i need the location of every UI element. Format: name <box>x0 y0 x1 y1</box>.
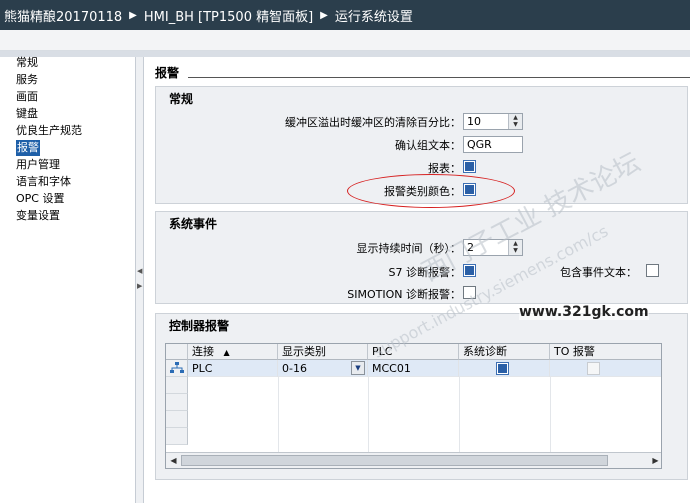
breadcrumb-separator-icon: ▶ <box>129 9 137 21</box>
table-corner <box>166 344 188 360</box>
page-title: 报警 <box>155 66 180 80</box>
controller-alarms-table[interactable]: 连接 ▲ 显示类别 PLC 系统诊断 TO 报警 PLC 0-16 ▼ MCC0… <box>165 343 662 469</box>
row-header <box>166 411 188 428</box>
nav-item-language-font[interactable]: 语言和字体 <box>16 174 71 190</box>
overflow-percent-value: 10 <box>467 115 481 128</box>
breadcrumb-device[interactable]: HMI_BH [TP1500 精智面板] <box>144 6 313 25</box>
scroll-right-icon[interactable]: ▶ <box>649 454 661 467</box>
column-header-to-alarm[interactable]: TO 报警 <box>550 344 661 360</box>
cell-display-class[interactable]: 0-16 ▼ <box>278 360 368 377</box>
to-alarm-checkbox[interactable] <box>587 362 600 375</box>
cell-connection[interactable]: PLC <box>188 360 278 377</box>
cell-system-diagnostics[interactable] <box>459 360 550 377</box>
row-header <box>166 394 188 411</box>
section-title-system-events: 系统事件 <box>169 217 218 231</box>
breadcrumb: 熊猫精酿20170118 ▶ HMI_BH [TP1500 精智面板] ▶ 运行… <box>0 0 690 30</box>
dropdown-arrow-icon[interactable]: ▼ <box>351 361 365 375</box>
column-header-connection-text: 连接 <box>192 345 214 358</box>
overflow-percent-label: 缓冲区溢出时缓冲区的清除百分比： <box>285 116 461 129</box>
ack-text-label: 确认组文本： <box>395 139 461 152</box>
spin-down-icon[interactable]: ▼ <box>509 121 522 128</box>
column-divider <box>278 377 279 453</box>
network-connection-icon <box>170 362 184 373</box>
nav-item-gmp[interactable]: 优良生产规范 <box>16 123 82 139</box>
include-event-text-label: 包含事件文本： <box>560 266 637 279</box>
editor-toolbar <box>0 30 690 51</box>
spinner-buttons[interactable]: ▲ ▼ <box>508 114 522 129</box>
column-divider <box>550 377 551 453</box>
expand-right-icon[interactable]: ▶ <box>137 282 142 290</box>
title-divider <box>188 77 690 78</box>
site-watermark: www.321gk.com <box>519 304 649 320</box>
nav-item-screens[interactable]: 画面 <box>16 89 38 105</box>
breadcrumb-project[interactable]: 熊猫精酿20170118 <box>4 6 122 25</box>
spin-up-icon[interactable]: ▲ <box>509 114 522 121</box>
nav-item-services[interactable]: 服务 <box>16 72 38 88</box>
report-checkbox[interactable] <box>463 160 476 173</box>
scroll-left-icon[interactable]: ◀ <box>167 454 180 467</box>
nav-item-general[interactable]: 常规 <box>16 55 38 71</box>
nav-item-alarms[interactable]: 报警 <box>16 140 40 156</box>
row-header[interactable] <box>166 360 188 377</box>
column-header-connection[interactable]: 连接 ▲ <box>188 344 278 360</box>
section-title-general: 常规 <box>169 92 194 106</box>
horizontal-scrollbar[interactable]: ◀ ▶ <box>166 452 661 468</box>
breadcrumb-separator-icon: ▶ <box>320 9 328 21</box>
collapse-left-icon[interactable]: ◀ <box>137 267 142 275</box>
nav-item-user-admin[interactable]: 用户管理 <box>16 157 60 173</box>
nav-item-opc[interactable]: OPC 设置 <box>16 191 64 207</box>
overflow-percent-spinner[interactable]: 10 ▲ ▼ <box>463 113 523 130</box>
highlight-ellipse <box>347 174 515 208</box>
settings-nav: 常规 服务 画面 键盘 优良生产规范 报警 用户管理 语言和字体 OPC 设置 … <box>0 55 136 503</box>
panel-splitter[interactable]: ◀ ▶ <box>136 57 144 503</box>
ack-text-value: QGR <box>467 138 492 151</box>
column-divider <box>459 377 460 453</box>
sort-ascending-icon[interactable]: ▲ <box>224 348 230 357</box>
breadcrumb-page: 运行系统设置 <box>334 9 413 25</box>
scrollbar-thumb[interactable] <box>181 455 608 466</box>
column-header-system-diagnostics[interactable]: 系统诊断 <box>459 344 550 360</box>
row-header <box>166 428 188 445</box>
row-header <box>166 377 188 394</box>
column-header-display-class[interactable]: 显示类别 <box>278 344 368 360</box>
nav-item-keyboard[interactable]: 键盘 <box>16 106 38 122</box>
table-row[interactable]: PLC 0-16 ▼ MCC01 <box>166 360 661 377</box>
cell-to-alarm[interactable] <box>550 360 661 377</box>
include-event-text-checkbox[interactable] <box>646 264 659 277</box>
alarm-settings-panel: 报警 常规 缓冲区溢出时缓冲区的清除百分比： 10 ▲ ▼ 确认组文本： QGR… <box>144 57 690 503</box>
nav-item-tag-settings[interactable]: 变量设置 <box>16 208 60 224</box>
simotion-diag-label: SIMOTION 诊断报警： <box>347 288 461 301</box>
system-diagnostics-checkbox[interactable] <box>496 362 509 375</box>
column-divider <box>368 377 369 453</box>
display-class-value: 0-16 <box>282 362 307 375</box>
section-title-controller-alarms: 控制器报警 <box>169 319 230 333</box>
cell-plc[interactable]: MCC01 <box>368 360 459 377</box>
ack-text-input[interactable]: QGR <box>463 136 523 153</box>
spin-down-icon[interactable]: ▼ <box>509 247 522 254</box>
